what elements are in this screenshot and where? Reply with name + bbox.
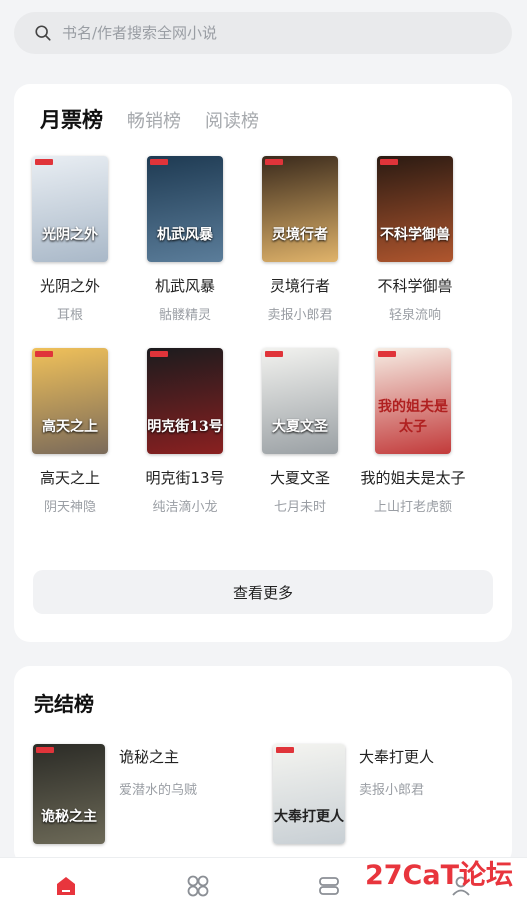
finished-card: 完结榜 诡秘之主 诡秘之主 爱潜水的乌贼 大奉打更人 大奉打更人 卖报小郎君 [14,666,512,866]
cover-title: 大奉打更人 [274,809,344,825]
watermark-text: 27CaT论坛 [364,860,513,891]
book-author: 上山打老虎额 [373,500,452,515]
book-title: 机武风暴 [154,277,215,295]
nav-category[interactable] [132,858,264,914]
section-title: 完结榜 [34,692,94,716]
book-author: 耳根 [56,308,83,323]
book-item[interactable]: 光阴之外 光阴之外 耳根 [14,156,126,323]
book-cover[interactable]: 大夏文圣 [262,348,338,454]
book-title: 我的姐夫是太子 [360,469,466,487]
nav-home[interactable] [0,858,132,914]
cover-title: 诡秘之主 [41,809,97,825]
ranking-tabs: 月票榜 畅销榜 阅读榜 [40,104,283,134]
category-icon [187,875,209,897]
home-icon [56,877,75,895]
tab-bestseller[interactable]: 畅销榜 [127,107,181,133]
book-cover[interactable]: 光阴之外 [32,156,108,262]
book-author: 七月未时 [273,500,326,515]
book-cover[interactable]: 灵境行者 [262,156,338,262]
cover-title: 大夏文圣 [272,419,328,435]
book-title: 灵境行者 [269,277,330,295]
book-title: 高天之上 [39,469,100,487]
cover-title: 机武风暴 [157,227,213,243]
book-title: 大奉打更人 [359,748,435,766]
cover-title: 光阴之外 [42,227,98,243]
book-cover[interactable]: 大奉打更人 [273,744,345,844]
book-cover[interactable]: 明克街13号 [147,348,223,454]
book-author: 卖报小郎君 [359,783,425,798]
finished-book-item[interactable]: 大奉打更人 大奉打更人 卖报小郎君 [273,744,434,844]
search-bar[interactable] [14,12,512,54]
book-title: 大夏文圣 [269,469,330,487]
book-item[interactable]: 我的姐夫是太子 我的姐夫是太子 上山打老虎额 [359,348,467,515]
book-item[interactable]: 大夏文圣 大夏文圣 七月未时 [244,348,356,515]
cover-title: 不科学御兽 [380,227,450,243]
cover-title: 高天之上 [42,419,98,435]
book-item[interactable]: 高天之上 高天之上 阴天神隐 [14,348,126,515]
book-cover[interactable]: 不科学御兽 [377,156,453,262]
book-item[interactable]: 灵境行者 灵境行者 卖报小郎君 [244,156,356,323]
finished-book-item[interactable]: 诡秘之主 诡秘之主 爱潜水的乌贼 [33,744,197,844]
book-cover[interactable]: 我的姐夫是太子 [375,348,451,454]
book-cover[interactable]: 高天之上 [32,348,108,454]
cover-title: 我的姐夫是太子 [378,399,448,435]
book-author: 纯洁滴小龙 [152,500,218,515]
book-cover[interactable]: 机武风暴 [147,156,223,262]
book-author: 骷髅精灵 [158,308,211,323]
view-more-button[interactable]: 查看更多 [33,570,493,614]
cover-title: 明克街13号 [147,419,223,435]
tab-monthly[interactable]: 月票榜 [40,104,103,134]
search-input[interactable] [60,23,464,43]
search-icon [35,25,51,41]
book-title: 不科学御兽 [377,277,453,295]
book-title: 诡秘之主 [119,748,180,766]
book-title: 明克街13号 [145,469,225,487]
tab-reading[interactable]: 阅读榜 [205,107,259,133]
book-author: 阴天神隐 [43,500,96,515]
book-item[interactable]: 机武风暴 机武风暴 骷髅精灵 [129,156,241,323]
book-item[interactable]: 明克街13号 明克街13号 纯洁滴小龙 [129,348,241,515]
cover-title: 灵境行者 [272,227,328,243]
book-title: 光阴之外 [39,277,100,295]
book-author: 爱潜水的乌贼 [119,783,198,798]
book-author: 轻泉流响 [388,308,441,323]
ranking-card: 月票榜 畅销榜 阅读榜 光阴之外 光阴之外 耳根 机武风暴 机武风暴 骷髅精灵 … [14,84,512,642]
book-item[interactable]: 不科学御兽 不科学御兽 轻泉流响 [359,156,471,323]
bookshelf-icon [319,877,340,895]
book-author: 卖报小郎君 [267,308,333,323]
book-cover[interactable]: 诡秘之主 [33,744,105,844]
